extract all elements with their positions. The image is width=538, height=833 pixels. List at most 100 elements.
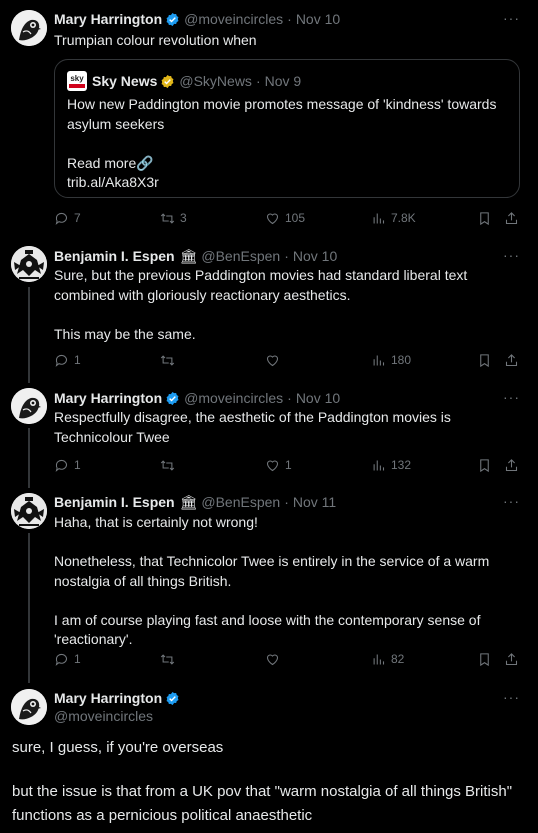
share-icon (505, 353, 518, 366)
bookmark-button[interactable] (477, 456, 492, 474)
more-options-icon[interactable]: ··· (503, 10, 520, 26)
author-handle[interactable]: @moveincircles (184, 10, 283, 28)
avatar[interactable] (11, 493, 47, 529)
avatar[interactable] (11, 689, 47, 725)
sky-news-logo-icon: sky (67, 71, 87, 91)
retweet-icon (160, 212, 175, 224)
retweet-icon (160, 459, 175, 471)
views-icon (373, 355, 385, 365)
bookmark-icon (480, 458, 489, 472)
reply-count: 1 (74, 652, 81, 666)
author-name[interactable]: Benjamin I. Espen (54, 247, 175, 265)
author-handle[interactable]: @BenEspen (201, 493, 280, 511)
tweet-text: Sure, but the previous Paddington movies… (54, 267, 468, 342)
separator: · (284, 494, 289, 510)
author-name[interactable]: Benjamin I. Espen (54, 493, 175, 511)
views-button[interactable]: 82 (371, 650, 404, 668)
share-icon (505, 211, 518, 224)
separator: · (287, 390, 292, 406)
reply-count: 7 (74, 211, 81, 225)
tweet-header: Mary Harrington @moveincircles · Nov 10 (54, 10, 526, 28)
quoted-tweet[interactable]: sky Sky News @SkyNews · Nov 9 How new Pa… (54, 59, 520, 198)
tweet-header: Mary Harrington @moveincircles · Nov 10 (54, 389, 526, 407)
like-button[interactable] (265, 351, 285, 369)
reply-icon (55, 459, 68, 472)
tweet[interactable]: Mary Harrington @moveincircles · Nov 10 … (0, 0, 538, 236)
verified-badge-icon (165, 391, 180, 406)
tweet-text: Trumpian colour revolution when (54, 32, 257, 48)
verified-badge-icon (165, 12, 180, 27)
action-bar: 1 180 (54, 351, 526, 369)
separator: · (284, 248, 289, 264)
share-button[interactable] (504, 351, 519, 369)
author-emoji: 🏛 (179, 248, 198, 264)
tweet-header: Benjamin I. Espen 🏛 @BenEspen · Nov 11 (54, 493, 526, 511)
author-name[interactable]: Mary Harrington (54, 10, 162, 28)
separator: · (287, 11, 292, 27)
quote-header: sky Sky News @SkyNews · Nov 9 (67, 71, 302, 91)
reply-button[interactable]: 1 (54, 456, 81, 474)
author-handle[interactable]: @moveincircles (184, 389, 283, 407)
bookmark-button[interactable] (477, 650, 492, 668)
retweet-button[interactable] (160, 351, 180, 369)
timestamp[interactable]: Nov 10 (293, 247, 337, 265)
views-icon (373, 213, 385, 223)
author-handle[interactable]: @BenEspen (201, 247, 280, 265)
tweet-text: Respectfully disagree, the aesthetic of … (54, 409, 455, 445)
tweet[interactable]: Mary Harrington @moveincircles · Nov 10 … (0, 378, 538, 486)
tweet-header: Mary Harrington (54, 689, 526, 707)
like-button[interactable]: 105 (265, 209, 305, 227)
like-count: 105 (285, 211, 306, 225)
retweet-button[interactable]: 3 (160, 209, 187, 227)
retweet-button[interactable] (160, 650, 180, 668)
heart-icon (266, 354, 279, 366)
reply-button[interactable]: 1 (54, 650, 81, 668)
more-options-icon[interactable]: ··· (503, 493, 520, 509)
quote-author-handle: @SkyNews (179, 73, 252, 89)
share-button[interactable] (504, 650, 519, 668)
more-options-icon[interactable]: ··· (503, 389, 520, 405)
main-tweet[interactable]: Mary Harrington @moveincircles ··· sure,… (0, 678, 538, 833)
reply-icon (55, 354, 68, 367)
quote-text: How new Paddington movie promotes messag… (67, 96, 497, 190)
share-button[interactable] (504, 456, 519, 474)
timestamp[interactable]: Nov 10 (296, 389, 340, 407)
bookmark-button[interactable] (477, 351, 492, 369)
author-handle[interactable]: @moveincircles (54, 707, 526, 725)
author-name[interactable]: Mary Harrington (54, 389, 162, 407)
heart-icon (266, 653, 279, 665)
author-emoji: 🏛 (179, 494, 198, 510)
views-button[interactable]: 180 (371, 351, 411, 369)
heart-icon (266, 459, 279, 471)
share-button[interactable] (504, 209, 519, 227)
more-options-icon[interactable]: ··· (503, 247, 520, 263)
more-options-icon[interactable]: ··· (503, 689, 520, 705)
verified-badge-icon (165, 691, 180, 706)
avatar[interactable] (11, 10, 47, 46)
avatar[interactable] (11, 246, 47, 282)
tweet-text-paragraph-1: sure, I guess, if you're overseas (12, 739, 224, 756)
reply-count: 1 (74, 353, 81, 367)
action-bar: 7 3 105 7.8K (54, 209, 526, 227)
tweet-text-paragraph-2: but the issue is that from a UK pov that… (12, 783, 513, 824)
retweet-icon (160, 354, 175, 366)
retweet-button[interactable] (160, 456, 180, 474)
reply-button[interactable]: 1 (54, 351, 81, 369)
quote-timestamp: Nov 9 (264, 73, 302, 89)
bookmark-button[interactable] (477, 209, 492, 227)
like-button[interactable] (265, 650, 285, 668)
tweet[interactable]: Benjamin I. Espen 🏛 @BenEspen · Nov 11 ·… (0, 484, 538, 678)
timestamp[interactable]: Nov 10 (296, 10, 340, 28)
tweet[interactable]: Benjamin I. Espen 🏛 @BenEspen · Nov 10 ·… (0, 236, 538, 378)
tweet-header: Benjamin I. Espen 🏛 @BenEspen · Nov 10 (54, 247, 526, 265)
timestamp[interactable]: Nov 11 (293, 493, 336, 511)
avatar[interactable] (11, 388, 47, 424)
reply-icon (55, 212, 68, 225)
views-button[interactable]: 7.8K (371, 209, 416, 227)
author-name[interactable]: Mary Harrington (54, 689, 162, 707)
like-button[interactable]: 1 (265, 456, 292, 474)
heart-icon (266, 212, 279, 224)
views-button[interactable]: 132 (371, 456, 411, 474)
action-bar: 1 1 132 (54, 456, 526, 474)
reply-button[interactable]: 7 (54, 209, 81, 227)
